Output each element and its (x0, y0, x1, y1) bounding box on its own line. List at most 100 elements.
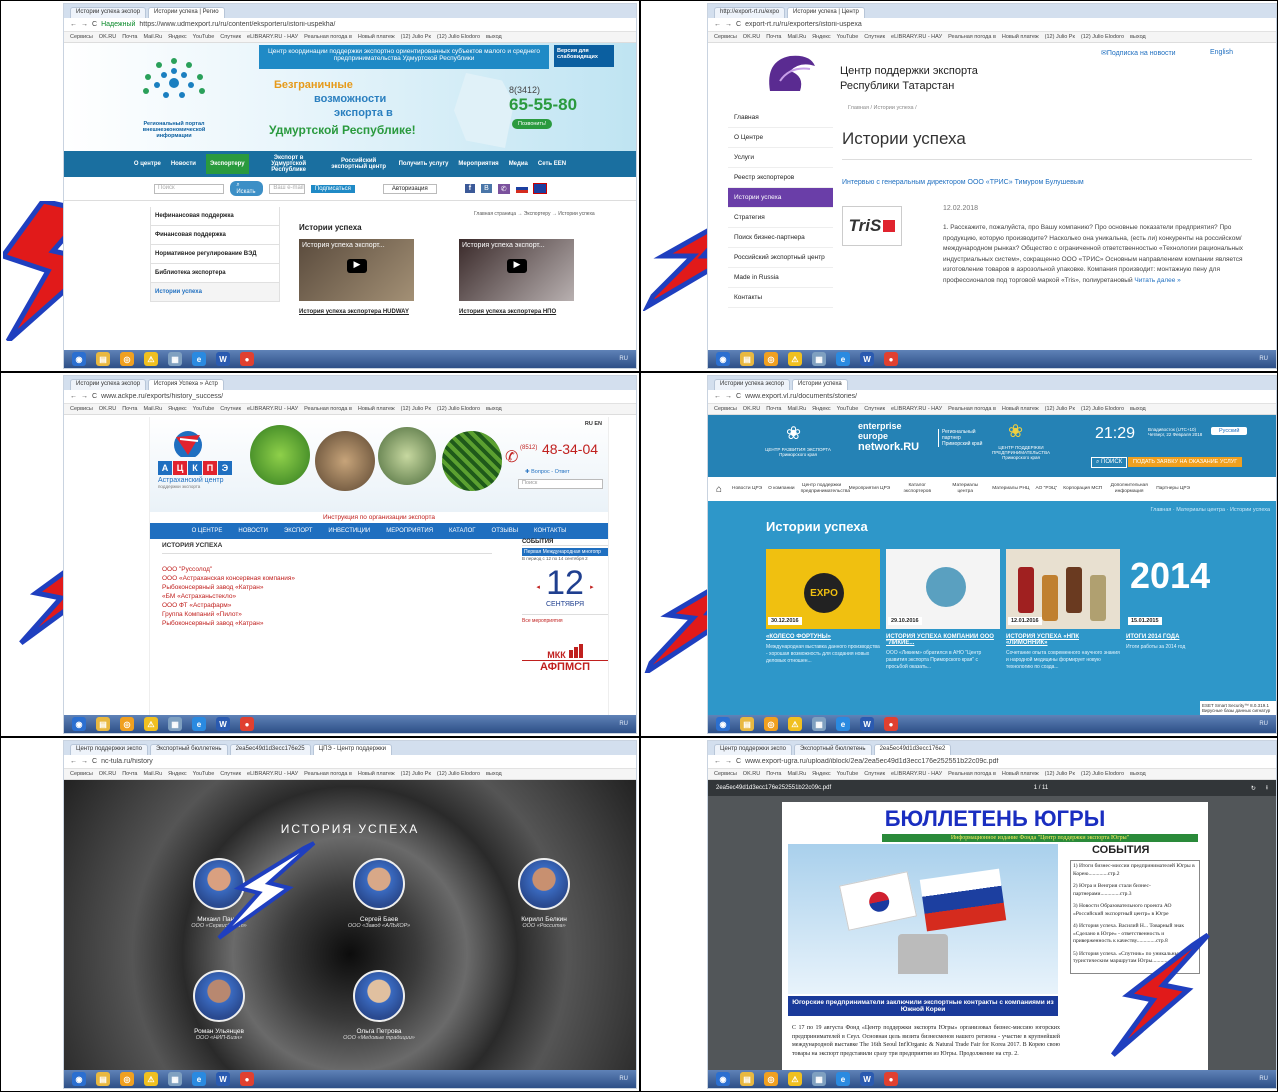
word-icon[interactable]: W (860, 717, 874, 731)
windows-start-icon[interactable]: ◉ (716, 1072, 730, 1086)
viber-icon[interactable]: ✆ (497, 183, 510, 194)
success-link[interactable]: «БМ «Астраханьстекло» (162, 592, 295, 601)
bookmark-item[interactable]: Яндекс (812, 34, 831, 40)
ie-icon[interactable]: e (192, 717, 206, 731)
success-link[interactable]: ООО "Руссолод" (162, 565, 295, 574)
bookmark-item[interactable]: OK.RU (99, 34, 116, 40)
story-card[interactable]: 29.10.2016 ИСТОРИЯ УСПЕХА КОМПАНИИ ООО "Л… (886, 549, 1000, 671)
bookmark-item[interactable]: eLIBRARY.RU - НАУ (247, 771, 298, 777)
lotus-logo-1[interactable]: ❀ (786, 423, 801, 444)
bookmark-item[interactable]: Спутник (864, 406, 885, 412)
bookmark-item[interactable]: Сервисы (70, 34, 93, 40)
bookmark-item[interactable]: Сервисы (714, 34, 737, 40)
browser-tab[interactable]: Истории успеха экспор (70, 7, 147, 18)
bookmark-item[interactable]: Mail.Ru (788, 34, 807, 40)
nav-item[interactable]: Партнеры ЦРЭ (1156, 486, 1190, 492)
browser-tab[interactable]: Центр поддержки экспо (714, 744, 792, 755)
bookmark-item[interactable]: Спутник (864, 34, 885, 40)
read-more-link[interactable]: Читать далее » (1134, 277, 1180, 284)
phone-number[interactable]: 48-34-04 (542, 441, 598, 457)
nav-item[interactable]: Российский экспортный центр (329, 158, 389, 170)
prev-arrow-icon[interactable]: ◂ (536, 583, 540, 591)
ie-icon[interactable]: e (836, 352, 850, 366)
nav-item[interactable]: Экспортеру (206, 154, 249, 174)
instruction-link[interactable]: Инструкция по организации экспорта (150, 514, 608, 521)
folder-icon[interactable]: ▤ (740, 717, 754, 731)
side-menu-item[interactable]: Made in Russia (728, 268, 833, 288)
forward-icon[interactable]: → (81, 393, 88, 400)
bookmark-item[interactable]: YouTube (193, 771, 215, 777)
nav-item[interactable]: Материалы РНЦ (992, 486, 1029, 492)
bookmark-item[interactable]: выход (1130, 406, 1146, 412)
bookmark-item[interactable]: Mail.Ru (788, 406, 807, 412)
bookmark-item[interactable]: eLIBRARY.RU - НАУ (891, 34, 942, 40)
next-arrow-icon[interactable]: ▸ (590, 583, 594, 591)
video-thumbnail-1[interactable]: История успеха экспорт... ▶ (299, 239, 414, 301)
bookmark-item[interactable]: Почта (766, 34, 781, 40)
nav-item[interactable]: МЕРОПРИЯТИЯ (386, 528, 433, 534)
bookmark-item[interactable]: Яндекс (812, 771, 831, 777)
bookmark-item[interactable]: Почта (766, 406, 781, 412)
media-icon[interactable]: ◎ (120, 1072, 134, 1086)
bookmark-item[interactable]: (12) Julio Elodoro (1081, 34, 1124, 40)
bookmark-item[interactable]: YouTube (837, 34, 859, 40)
side-menu-item[interactable]: Контакты (728, 288, 833, 308)
back-icon[interactable]: ← (70, 758, 77, 765)
success-link[interactable]: Рыбоконсервный завод «Катран» (162, 583, 295, 592)
story-card[interactable]: 12.01.2016 ИСТОРИЯ УСПЕХА «НПК «ЛИМОННИК»… (1006, 549, 1120, 671)
app-icon[interactable]: ⚠ (788, 1072, 802, 1086)
logo[interactable]: АЦКПЭ Астраханский центр поддержки экспо… (158, 427, 238, 489)
ie-icon[interactable]: e (836, 717, 850, 731)
nav-item[interactable]: НОВОСТИ (238, 528, 268, 534)
chrome-icon[interactable]: ● (240, 1072, 254, 1086)
bookmark-item[interactable]: (12) Julio Рк (401, 406, 431, 412)
search-input[interactable]: Поиск (154, 183, 225, 194)
bookmark-item[interactable]: (12) Julio Рк (401, 771, 431, 777)
bookmark-item[interactable]: eLIBRARY.RU - НАУ (891, 406, 942, 412)
folder-icon[interactable]: ▤ (96, 1072, 110, 1086)
side-menu-item[interactable]: О Центре (728, 128, 833, 148)
bookmark-item[interactable]: выход (486, 34, 502, 40)
bookmark-item[interactable]: Реальная погода в (948, 771, 996, 777)
browser-tab-active[interactable]: Истории успеха | Регио (148, 7, 225, 18)
bookmark-item[interactable]: Яндекс (168, 34, 187, 40)
nav-item[interactable]: О ЦЕНТРЕ (192, 528, 223, 534)
card-title[interactable]: «КОЛЕСО ФОРТУНЫ» (766, 634, 880, 640)
bookmark-item[interactable]: Спутник (220, 771, 241, 777)
reload-icon[interactable]: C (736, 393, 741, 400)
vk-icon[interactable]: В (481, 184, 492, 193)
bookmark-item[interactable]: Новый платеж (358, 771, 395, 777)
back-icon[interactable]: ← (70, 393, 77, 400)
video-caption-2[interactable]: История успеха экспортера НПО (459, 309, 556, 315)
bookmark-item[interactable]: Почта (766, 771, 781, 777)
nav-item[interactable]: Экспорт в Удмуртской Республике (259, 155, 319, 173)
ie-icon[interactable]: e (192, 1072, 206, 1086)
folder-icon[interactable]: ▤ (96, 352, 110, 366)
browser-tab-active[interactable]: ЦПЭ - Центр поддержки (312, 744, 392, 755)
person-card[interactable]: Сергей Баев ООО «Завод «АЛЬКОР» (334, 858, 424, 929)
rotate-icon[interactable]: ↻ (1251, 785, 1256, 792)
play-icon[interactable]: ▶ (507, 259, 527, 273)
bookmark-item[interactable]: Mail.Ru (788, 771, 807, 777)
person-card[interactable]: Роман Ульянцев ООО «НИП-Бизн» (174, 970, 264, 1041)
browser-tab[interactable]: Центр поддержки экспо (70, 744, 148, 755)
media-icon[interactable]: ◎ (764, 1072, 778, 1086)
bookmark-item[interactable]: YouTube (193, 406, 215, 412)
download-icon[interactable]: ⭳ (1266, 783, 1268, 793)
side-menu-item[interactable]: Реестр экспортеров (728, 168, 833, 188)
url-field[interactable]: export-rt.ru/ru/exporters/istorii-uspexa (745, 21, 1270, 28)
calendar-icon[interactable]: ▦ (812, 1072, 826, 1086)
nav-item[interactable]: АО "РЭЦ" (1035, 486, 1057, 492)
ie-icon[interactable]: e (192, 352, 206, 366)
nav-item[interactable]: Дополнительная информация (1108, 483, 1150, 495)
nav-item[interactable]: КОНТАКТЫ (534, 528, 566, 534)
bookmark-item[interactable]: (12) Julio Elodoro (437, 34, 480, 40)
sidebar-item[interactable]: Нормативное регулирование ВЭД (150, 245, 280, 264)
subscribe-button[interactable]: Подписаться (310, 184, 355, 193)
bookmark-item[interactable]: OK.RU (743, 771, 760, 777)
bookmark-item[interactable]: Яндекс (812, 406, 831, 412)
bookmark-item[interactable]: YouTube (837, 406, 859, 412)
search-button[interactable]: ⌕ ПОИСК (1091, 457, 1128, 468)
search-button[interactable]: ⌕ Искать (230, 181, 264, 196)
reload-icon[interactable]: C (736, 21, 741, 28)
